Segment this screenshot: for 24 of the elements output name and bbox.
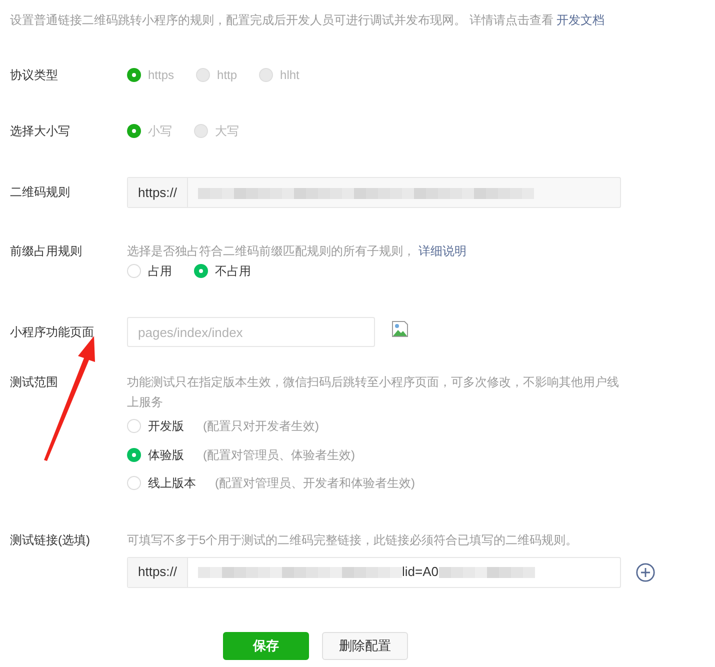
field-label: 测试链接(选填): [10, 532, 91, 548]
radio-option[interactable]: 开发版 (配置只对开发者生效): [127, 412, 319, 440]
radio-option[interactable]: 不占用: [194, 262, 251, 280]
add-icon[interactable]: [636, 562, 655, 582]
field-label: 协议类型: [10, 67, 59, 84]
details-link[interactable]: 详细说明: [418, 244, 466, 258]
hint-text: 功能测试只在指定版本生效，微信扫码后跳转至小程序页面，可多次修改，不影响其他用户线上服务: [127, 374, 620, 411]
radio-option[interactable]: 占用: [127, 262, 172, 280]
field-label: 测试范围: [10, 374, 59, 391]
hint-text: 可填写不多于5个用于测试的二维码完整链接，此链接必须符合已填写的二维码规则。: [127, 532, 579, 548]
url-input-field[interactable]: https:// lid=A0: [127, 556, 621, 588]
radio-option[interactable]: 线上版本 (配置对管理员、开发者和体验者生效): [127, 469, 415, 498]
url-input-field[interactable]: https://: [127, 177, 621, 208]
docs-link[interactable]: 开发文档: [556, 13, 605, 27]
description-text: 设置普通链接二维码跳转小程序的规则，配置完成后开发人员可进行调试并发布现网。 详情请点击查看 开发文档: [10, 12, 606, 29]
field-label: 二维码规则: [10, 184, 71, 201]
broken-image-icon: [392, 321, 408, 337]
field-label: 前缀占用规则: [10, 243, 83, 260]
field-label: 选择大小写: [10, 123, 71, 140]
hint-text: 选择是否独占符合二维码前缀匹配规则的所有子规则， 详细说明: [127, 243, 468, 260]
radio-option[interactable]: 体验版 (配置对管理员、体验者生效): [127, 440, 355, 469]
field-label: 小程序功能页面: [10, 324, 95, 341]
delete-button[interactable]: 删除配置: [322, 632, 408, 660]
page-path-field[interactable]: pages/index/index: [127, 317, 375, 347]
